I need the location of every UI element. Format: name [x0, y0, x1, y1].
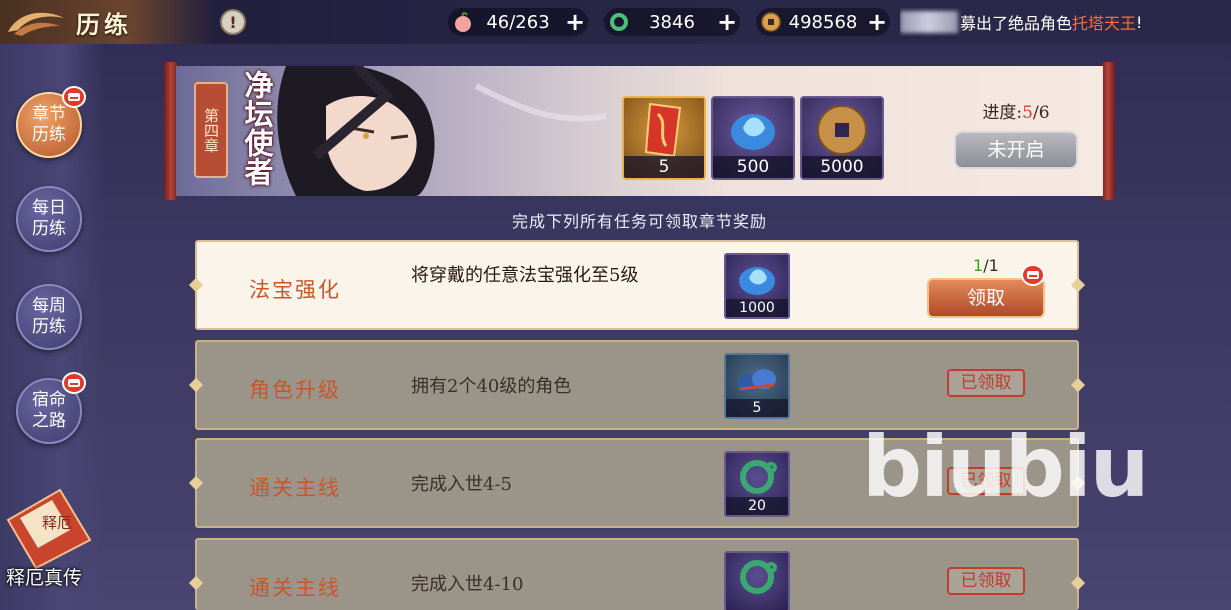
watermark: biubiu [862, 418, 1149, 516]
announcement-ticker: 募出了绝品角色 托塔天王 ! [900, 8, 1231, 36]
blue-spirit-flame-icon [739, 267, 775, 295]
progress-current: 5 [1022, 103, 1033, 123]
gift-badge-icon [62, 86, 86, 108]
sidebar-item-chapter[interactable]: 章节历练 [16, 86, 86, 158]
swirl-cloud-icon [8, 12, 64, 36]
red-talisman-icon [644, 102, 682, 158]
chapter-banner: 第四章 净坛使者 5 500 5000 进度:5/6 未开启 [164, 62, 1115, 200]
resource-jade: 3846 + [604, 8, 740, 36]
task-name: 角色升级 [249, 378, 341, 402]
chapter-reward-coin[interactable]: 5000 [800, 96, 884, 180]
chapter-name: 净坛使者 [240, 70, 274, 186]
gift-badge-icon [1021, 264, 1045, 286]
sidebar-item-label: 章节历练 [32, 104, 66, 145]
gift-badge-icon [62, 372, 86, 394]
add-peach-button[interactable]: + [562, 9, 588, 35]
blue-spirit-flame-icon [731, 114, 775, 150]
sidebar-item-daily[interactable]: 每日历练 [16, 186, 82, 252]
claimed-stamp: 已领取 [947, 369, 1025, 397]
reward-count: 20 [726, 497, 788, 515]
coin-icon [761, 12, 781, 32]
progress-total: /6 [1033, 103, 1050, 123]
sidebar-item-destiny[interactable]: 宿命之路 [16, 372, 86, 444]
coin-value: 498568 [788, 11, 858, 33]
progress-label: 进度: [982, 103, 1023, 123]
promo-shiejen-button[interactable]: 释厄 释厄真传 [0, 480, 100, 590]
task-progress-total: /1 [983, 256, 999, 275]
sidebar-item-label: 每周历练 [32, 296, 66, 337]
sidebar-item-label: 宿命之路 [32, 390, 66, 431]
ticker-prefix: 募出了绝品角色 [960, 14, 1073, 33]
task-name: 通关主线 [249, 576, 341, 600]
chapter-number-tag: 第四章 [194, 82, 228, 178]
chapter-progress-text: 进度:5/6 [946, 98, 1086, 123]
task-row: 法宝强化 将穿戴的任意法宝强化至5级 1000 1/1 领取 [195, 240, 1079, 330]
chapter-reward-talisman[interactable]: 5 [622, 96, 706, 180]
task-progress: 1/1 [973, 256, 999, 275]
blue-gem-bag-icon [738, 369, 776, 392]
resource-coin: 498568 + [756, 8, 890, 36]
scroll-rod-right [1101, 62, 1115, 200]
resource-peach: 46/263 + [448, 8, 588, 36]
task-name: 通关主线 [249, 476, 341, 500]
copper-coin-icon [817, 105, 867, 155]
task-reward-item[interactable]: 1000 [724, 253, 790, 319]
task-desc: 完成入世4-10 [411, 574, 524, 595]
title-area: 历练 [0, 0, 215, 44]
top-bar: 历练 ! 46/263 + 3846 + 498568 + 募出了绝品角色 托塔… [0, 0, 1231, 44]
add-coin-button[interactable]: + [864, 9, 890, 35]
task-reward-item[interactable] [724, 551, 790, 610]
peach-icon [455, 12, 471, 32]
claimed-stamp: 已领取 [947, 567, 1025, 595]
scripture-book-icon: 释厄 [6, 488, 92, 570]
promo-book-text: 释厄 [42, 514, 72, 532]
chapter-reward-spirit[interactable]: 500 [711, 96, 795, 180]
task-name: 法宝强化 [249, 278, 341, 302]
peach-value: 46/263 [486, 11, 550, 33]
info-button[interactable]: ! [220, 9, 246, 35]
task-desc: 拥有2个40级的角色 [411, 376, 572, 397]
task-desc: 将穿戴的任意法宝强化至5级 [411, 265, 639, 286]
chapter-progress: 进度:5/6 未开启 [946, 98, 1086, 169]
task-progress-done: 1 [973, 256, 984, 275]
reward-count: 5000 [802, 156, 882, 178]
task-reward-item[interactable]: 20 [724, 451, 790, 517]
chapter-claim-locked-button[interactable]: 未开启 [954, 131, 1078, 169]
ticker-highlight: 托塔天王 [1072, 14, 1137, 33]
page-title: 历练 [76, 9, 132, 39]
jade-ring-icon [740, 560, 777, 594]
ticker-suffix: ! [1136, 12, 1143, 32]
task-row: 通关主线 完成入世4-10 已领取 [195, 538, 1079, 610]
promo-label: 释厄真传 [6, 567, 83, 589]
sidebar-item-label: 每日历练 [32, 198, 66, 239]
chapter-hint: 完成下列所有任务可领取章节奖励 [511, 212, 767, 231]
banner-body: 第四章 净坛使者 5 500 5000 进度:5/6 未开启 [176, 66, 1103, 196]
add-jade-button[interactable]: + [714, 9, 740, 35]
reward-count: 5 [624, 156, 704, 178]
jade-ring-icon [740, 460, 777, 494]
jade-value: 3846 [649, 11, 695, 33]
reward-count: 5 [726, 399, 788, 417]
reward-count: 1000 [726, 299, 788, 317]
task-row: 角色升级 拥有2个40级的角色 5 已领取 [195, 340, 1079, 430]
task-reward-item[interactable]: 5 [724, 353, 790, 419]
task-desc: 完成入世4-5 [411, 474, 512, 495]
blurred-username [900, 11, 958, 33]
jade-ring-icon [610, 13, 628, 31]
reward-count: 500 [713, 156, 793, 178]
sidebar-item-weekly[interactable]: 每周历练 [16, 284, 82, 350]
